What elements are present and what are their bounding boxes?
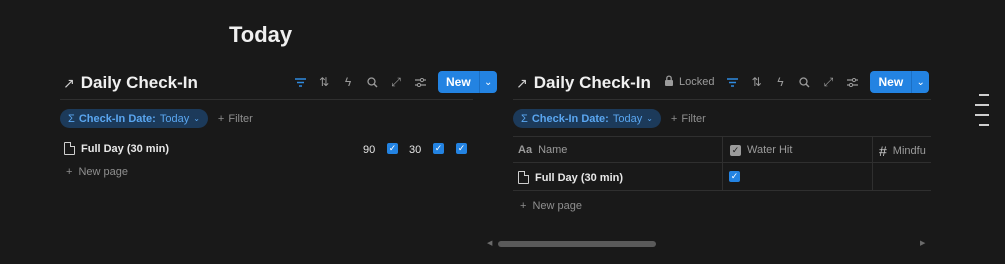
left-db-toolbar: ⇅ ϟ ⤢ New ⌄ [290,71,497,93]
right-row-title[interactable]: Full Day (30 min) [518,171,623,184]
page-title: Today [229,22,293,47]
lock-icon [664,75,674,89]
plus-icon: + [670,112,678,125]
scroll-left-icon[interactable]: ◀ [487,239,492,247]
toc-line [975,114,989,116]
toc-line [979,94,989,96]
plus-icon: + [217,112,225,125]
column-header-water-hit[interactable]: ✓ Water Hit [730,144,792,156]
page-doc-icon [518,171,529,184]
right-new-page-button[interactable]: + New page [520,200,582,212]
checkbox-property-icon: ✓ [730,144,741,156]
add-filter-label: Filter [681,112,706,125]
page-doc-icon [64,142,75,155]
checkbox-checked[interactable]: ✓ [456,143,467,154]
chevron-down-icon: ⌄ [646,114,653,123]
automation-lightning-icon[interactable]: ϟ [338,72,358,92]
locked-indicator[interactable]: Locked [664,72,714,92]
plus-icon: + [66,166,73,178]
add-filter-button[interactable]: + Filter [218,113,253,125]
plus-icon: + [520,200,527,212]
toc-line [979,124,989,126]
locked-label: Locked [679,76,715,88]
right-db-title[interactable]: ↗ Daily Check-In [516,73,651,93]
right-db-title-text: Daily Check-In [533,73,651,92]
checkbox-checked[interactable]: ✓ [433,143,444,154]
water-hit-checkbox[interactable]: ✓ [729,171,740,182]
chevron-down-icon[interactable]: ⌄ [911,71,930,93]
toc-line [975,104,989,106]
filter-chip-value: Today [159,112,190,125]
right-filter-bar: Σ Check-In Date: Today ⌄ + Filter [513,109,706,128]
table-of-contents-indicator[interactable] [975,94,989,126]
column-header-label: Water Hit [747,144,793,156]
filter-icon[interactable] [290,72,310,92]
settings-sliders-icon[interactable] [842,72,862,92]
add-filter-button[interactable]: + Filter [671,113,706,125]
open-arrow-icon[interactable]: ↗ [516,75,528,92]
expand-icon[interactable]: ⤢ [386,72,406,92]
filter-chip-value: Today [612,112,643,125]
row-value-2: 30 [409,144,422,156]
left-new-page-button[interactable]: + New page [66,166,128,178]
column-divider [722,136,723,190]
sigma-icon: Σ [68,112,75,125]
row-value-1: 90 [363,144,376,156]
chevron-down-icon[interactable]: ⌄ [478,71,497,93]
column-divider [872,136,873,190]
column-header-label: Name [538,144,568,156]
open-arrow-icon[interactable]: ↗ [63,75,75,92]
search-icon[interactable] [794,72,814,92]
filter-chip-label: Check-In Date: [531,112,609,125]
left-row-title[interactable]: Full Day (30 min) [64,142,169,155]
left-db-title-text: Daily Check-In [80,73,198,92]
sort-icon[interactable]: ⇅ [746,72,766,92]
check-in-date-filter-chip[interactable]: Σ Check-In Date: Today ⌄ [60,109,208,128]
column-header-mindfulness[interactable]: # Mindfu [879,143,931,159]
row-title-text: Full Day (30 min) [535,171,624,184]
filter-chip-label: Check-In Date: [78,112,156,125]
checkbox-checked[interactable]: ✓ [387,143,398,154]
new-page-label: New page [78,166,128,178]
left-filter-bar: Σ Check-In Date: Today ⌄ + Filter [60,109,253,128]
add-filter-label: Filter [228,112,253,125]
new-button-group: New ⌄ [438,71,497,93]
right-db-toolbar: Locked ⇅ ϟ ⤢ New ⌄ [664,71,930,93]
new-page-label: New page [532,200,582,212]
new-button[interactable]: New [870,71,912,93]
sort-icon[interactable]: ⇅ [314,72,334,92]
expand-icon[interactable]: ⤢ [818,72,838,92]
column-header-name[interactable]: Aa Name [518,144,567,156]
check-in-date-filter-chip[interactable]: Σ Check-In Date: Today ⌄ [513,109,661,128]
new-button[interactable]: New [438,71,479,93]
scroll-right-icon[interactable]: ▶ [920,239,925,247]
column-header-label: Mindfu [892,145,926,157]
search-icon[interactable] [362,72,382,92]
row-title-text: Full Day (30 min) [81,142,170,155]
automation-lightning-icon[interactable]: ϟ [770,72,790,92]
number-property-icon: # [879,143,887,159]
filter-icon[interactable] [722,72,742,92]
sigma-icon: Σ [521,112,528,125]
settings-sliders-icon[interactable] [410,72,430,92]
horizontal-scrollbar-thumb[interactable] [498,241,656,247]
table-row-border [513,190,931,191]
text-property-icon: Aa [518,144,533,156]
new-button-group: New ⌄ [870,71,930,93]
chevron-down-icon: ⌄ [193,114,200,123]
left-db-title[interactable]: ↗ Daily Check-In [63,73,198,93]
right-db-divider [513,99,931,100]
left-db-divider [60,99,473,100]
